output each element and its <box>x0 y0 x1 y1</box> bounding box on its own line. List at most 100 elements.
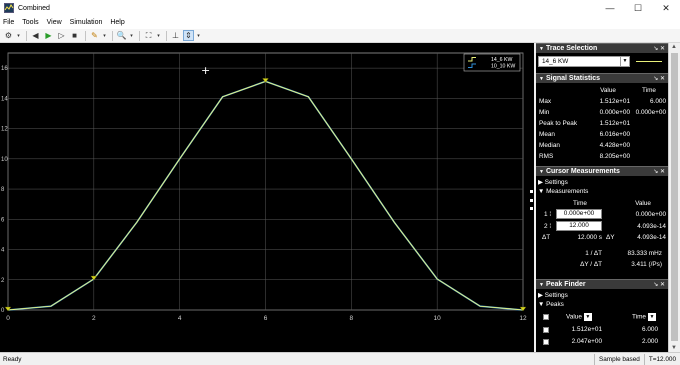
chevron-down-icon[interactable]: ▾ <box>196 30 201 41</box>
legend-entry: 10_10 KW <box>491 64 515 70</box>
collapse-icon[interactable]: ▼ <box>539 76 544 82</box>
cursor-2-value: 4.093e-14 <box>637 223 666 230</box>
cursor-measurements-label: Measurements <box>546 188 589 195</box>
legend-entry: 14_6 KW <box>491 57 512 63</box>
cursor-header-time: Time <box>573 200 587 207</box>
scroll-up-icon[interactable]: ▲ <box>671 44 677 50</box>
measurements-panel: ▼ Trace Selection ↘ ✕ 14_6 KW ▼ ▼ Signal… <box>536 43 668 352</box>
cursor-measurements-toggle[interactable]: ▼ Measurements <box>538 188 588 195</box>
cursor-measurements-header[interactable]: ▼ Cursor Measurements ↘ ✕ <box>536 166 668 176</box>
toolbar-divider <box>112 30 113 41</box>
cursor-measurements-title: Cursor Measurements <box>545 168 620 175</box>
y-tick-label: 12 <box>1 127 8 133</box>
delta-t-value: 12.000 s <box>577 234 602 241</box>
peaks-label: Peaks <box>546 301 564 308</box>
trace-select-dropdown[interactable]: 14_6 KW ▼ <box>538 56 630 67</box>
panel-controls-icon[interactable]: ↘ ✕ <box>653 75 665 82</box>
menu-bar: File Tools View Simulation Help <box>0 16 680 29</box>
chevron-down-icon[interactable]: ▾ <box>16 30 21 41</box>
signal-statistics-title: Signal Statistics <box>545 75 601 82</box>
menu-file[interactable]: File <box>3 19 14 26</box>
trace-selection-header[interactable]: ▼ Trace Selection ↘ ✕ <box>536 43 668 53</box>
menu-view[interactable]: View <box>47 19 62 26</box>
y-tick-label: 6 <box>1 217 5 223</box>
chevron-down-icon[interactable]: ▾ <box>102 30 107 41</box>
stop-icon[interactable]: ■ <box>69 30 80 41</box>
cursor-settings-toggle[interactable]: ▶ Settings <box>538 178 568 186</box>
zoom-in-icon[interactable]: 🔍 <box>116 30 127 41</box>
step-forward-icon[interactable]: ▷ <box>56 30 67 41</box>
y-tick-label: 14 <box>1 96 8 102</box>
x-tick-label: 10 <box>434 315 442 322</box>
stats-time-max: 6.000 <box>650 98 666 105</box>
cursor-measurements-icon[interactable]: ⇕ <box>183 30 194 41</box>
autoscale-icon[interactable]: ⛶ <box>143 30 154 41</box>
panel-controls-icon[interactable]: ↘ ✕ <box>653 281 665 288</box>
triggers-icon[interactable]: ⊥ <box>170 30 181 41</box>
stats-time-min: 0.000e+00 <box>635 109 666 116</box>
trace-select-value: 14_6 KW <box>542 58 569 65</box>
maximize-button[interactable]: ☐ <box>624 0 652 16</box>
chevron-down-icon[interactable]: ▼ <box>620 57 629 66</box>
x-tick-label: 12 <box>519 315 527 322</box>
line-chart[interactable]: 0 2 4 6 8 10 12 0 2 4 6 8 10 12 14 16 14_6 KW10_10 KW + <box>0 43 534 352</box>
y-tick-label: 4 <box>1 248 5 254</box>
panel-splitter[interactable] <box>530 190 534 210</box>
delta-y-label: ΔY <box>606 234 615 241</box>
signal-statistics-header[interactable]: ▼ Signal Statistics ↘ ✕ <box>536 73 668 83</box>
cursor-2-time-input[interactable]: 12.000 <box>556 221 602 231</box>
gear-icon[interactable]: ⚙ <box>3 30 14 41</box>
panel-scrollbar[interactable]: ▲ ▼ <box>668 43 680 352</box>
highlight-icon[interactable]: ✎ <box>89 30 100 41</box>
peak-1-checkbox[interactable] <box>543 327 549 333</box>
x-tick-label: 8 <box>350 315 354 322</box>
x-tick-label: 4 <box>178 315 182 322</box>
peak-2-checkbox[interactable] <box>543 339 549 345</box>
sort-icon[interactable]: ▼ <box>583 313 592 321</box>
peak-settings-toggle[interactable]: ▶ Settings <box>538 291 568 299</box>
y-tick-label: 8 <box>1 187 5 193</box>
collapse-icon[interactable]: ▼ <box>539 169 544 175</box>
scrollbar-thumb[interactable] <box>671 53 678 341</box>
trace-color-swatch <box>636 61 662 62</box>
peak-finder-header[interactable]: ▼ Peak Finder ↘ ✕ <box>536 279 668 289</box>
scroll-down-icon[interactable]: ▼ <box>671 345 677 351</box>
cursor-1-time-input[interactable]: 0.000e+00 <box>556 209 602 219</box>
x-tick-label: 0 <box>6 315 10 322</box>
panel-controls-icon[interactable]: ↘ ✕ <box>653 168 665 175</box>
stats-label-median: Median <box>539 142 560 149</box>
chevron-down-icon[interactable]: ▾ <box>156 30 161 41</box>
stats-label-max: Max <box>539 98 552 105</box>
menu-simulation[interactable]: Simulation <box>70 19 103 26</box>
collapse-icon[interactable]: ▼ <box>539 46 544 52</box>
chevron-down-icon[interactable]: ▾ <box>129 30 134 41</box>
scope-plot[interactable]: 0 2 4 6 8 10 12 0 2 4 6 8 10 12 14 16 14_6 KW 10_10 KW + <box>0 43 534 352</box>
sort-icon[interactable]: ▼ <box>647 313 656 321</box>
stats-label-peak-to-peak: Peak to Peak <box>539 120 578 127</box>
run-icon[interactable]: ▶ <box>43 30 54 41</box>
y-tick-label: 16 <box>1 66 8 72</box>
step-back-icon[interactable]: ◀ <box>30 30 41 41</box>
window-title: Combined <box>18 4 50 12</box>
title-bar: Combined — ☐ ✕ <box>0 0 680 16</box>
minimize-button[interactable]: — <box>596 0 624 16</box>
stats-value-mean: 6.016e+00 <box>599 131 630 138</box>
menu-tools[interactable]: Tools <box>22 19 38 26</box>
peak-2-time: 2.000 <box>642 338 658 345</box>
peaks-header-value: Value ▼ <box>566 313 592 321</box>
stats-label-min: Min <box>539 109 550 116</box>
toolbar: ⚙ ▾ ◀ ▶ ▷ ■ ✎ ▾ 🔍 ▾ ⛶ ▾ ⊥ ⇕ ▾ <box>0 29 680 43</box>
close-button[interactable]: ✕ <box>652 0 680 16</box>
peaks-select-all-checkbox[interactable] <box>543 314 549 320</box>
menu-help[interactable]: Help <box>110 19 124 26</box>
crosshair-icon: + <box>201 64 210 77</box>
collapse-icon[interactable]: ▼ <box>539 282 544 288</box>
slope-value: 3.411 (/Ps) <box>631 261 662 268</box>
stats-value-max: 1.512e+01 <box>599 98 630 105</box>
y-tick-label: 0 <box>1 308 5 314</box>
y-tick-label: 2 <box>1 278 5 284</box>
simulation-time: T=12.000 <box>643 353 680 365</box>
panel-controls-icon[interactable]: ↘ ✕ <box>653 45 665 52</box>
peaks-toggle[interactable]: ▼ Peaks <box>538 301 564 308</box>
toolbar-divider <box>26 30 27 41</box>
